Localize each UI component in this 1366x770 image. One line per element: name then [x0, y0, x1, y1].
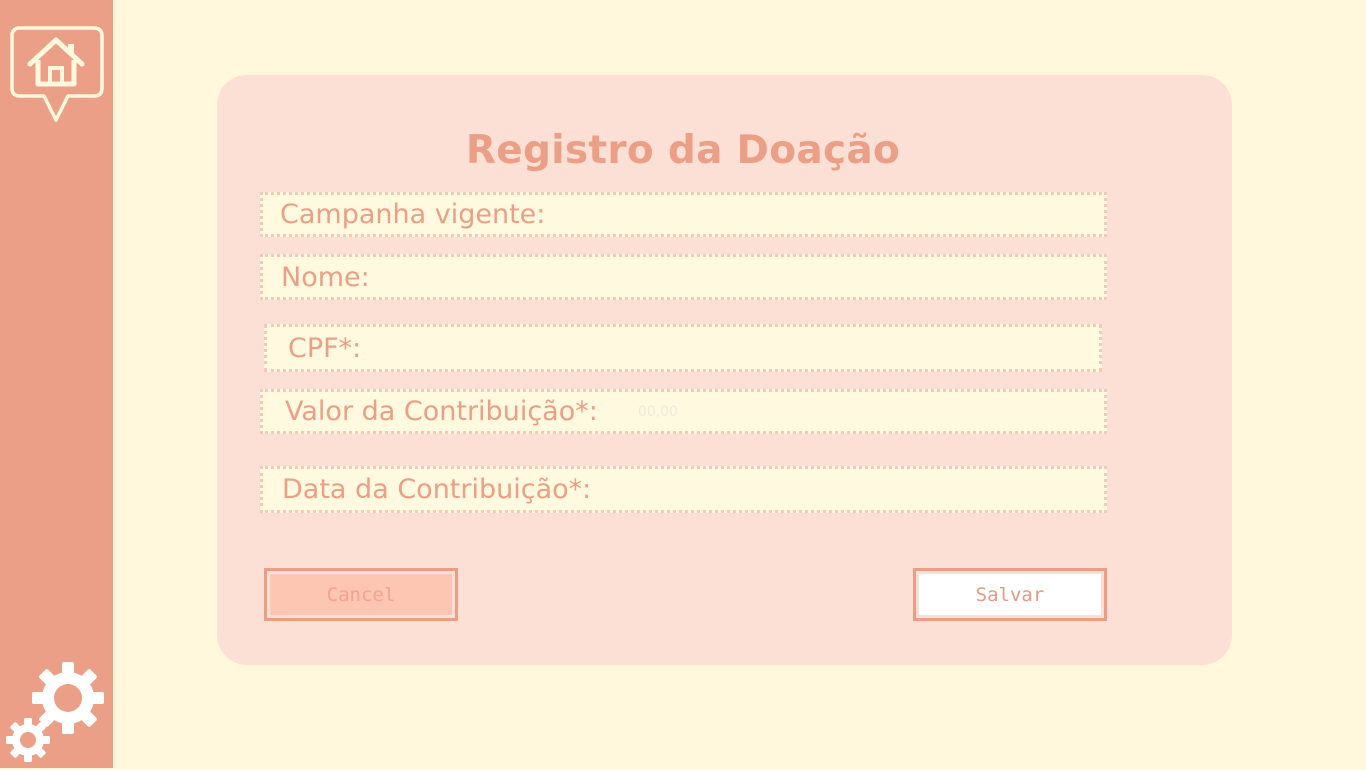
cancel-button[interactable]: Cancel: [264, 568, 458, 621]
amount-input[interactable]: [597, 392, 1104, 431]
name-field[interactable]: Nome:: [260, 254, 1107, 300]
save-button[interactable]: Salvar: [913, 568, 1107, 621]
sidebar: [0, 0, 113, 768]
amount-label: Valor da Contribuição*:: [285, 396, 598, 427]
page-title: Registro da Doação: [465, 128, 901, 173]
campaign-input[interactable]: [545, 195, 1104, 234]
home-icon[interactable]: [8, 24, 106, 126]
date-label: Data da Contribuição*:: [282, 474, 592, 505]
name-input[interactable]: [369, 257, 1104, 297]
cpf-field[interactable]: CPF*:: [264, 324, 1102, 372]
cpf-label: CPF*:: [288, 332, 362, 364]
date-field[interactable]: Data da Contribuição*:: [260, 466, 1107, 513]
name-label: Nome:: [281, 261, 370, 293]
date-input[interactable]: [591, 469, 1104, 510]
campaign-label: Campanha vigente:: [280, 199, 546, 230]
cpf-input[interactable]: [361, 327, 1099, 369]
amount-field[interactable]: Valor da Contribuição*:: [260, 389, 1107, 434]
gears-icon[interactable]: [4, 660, 108, 766]
campaign-field[interactable]: Campanha vigente:: [260, 192, 1107, 237]
